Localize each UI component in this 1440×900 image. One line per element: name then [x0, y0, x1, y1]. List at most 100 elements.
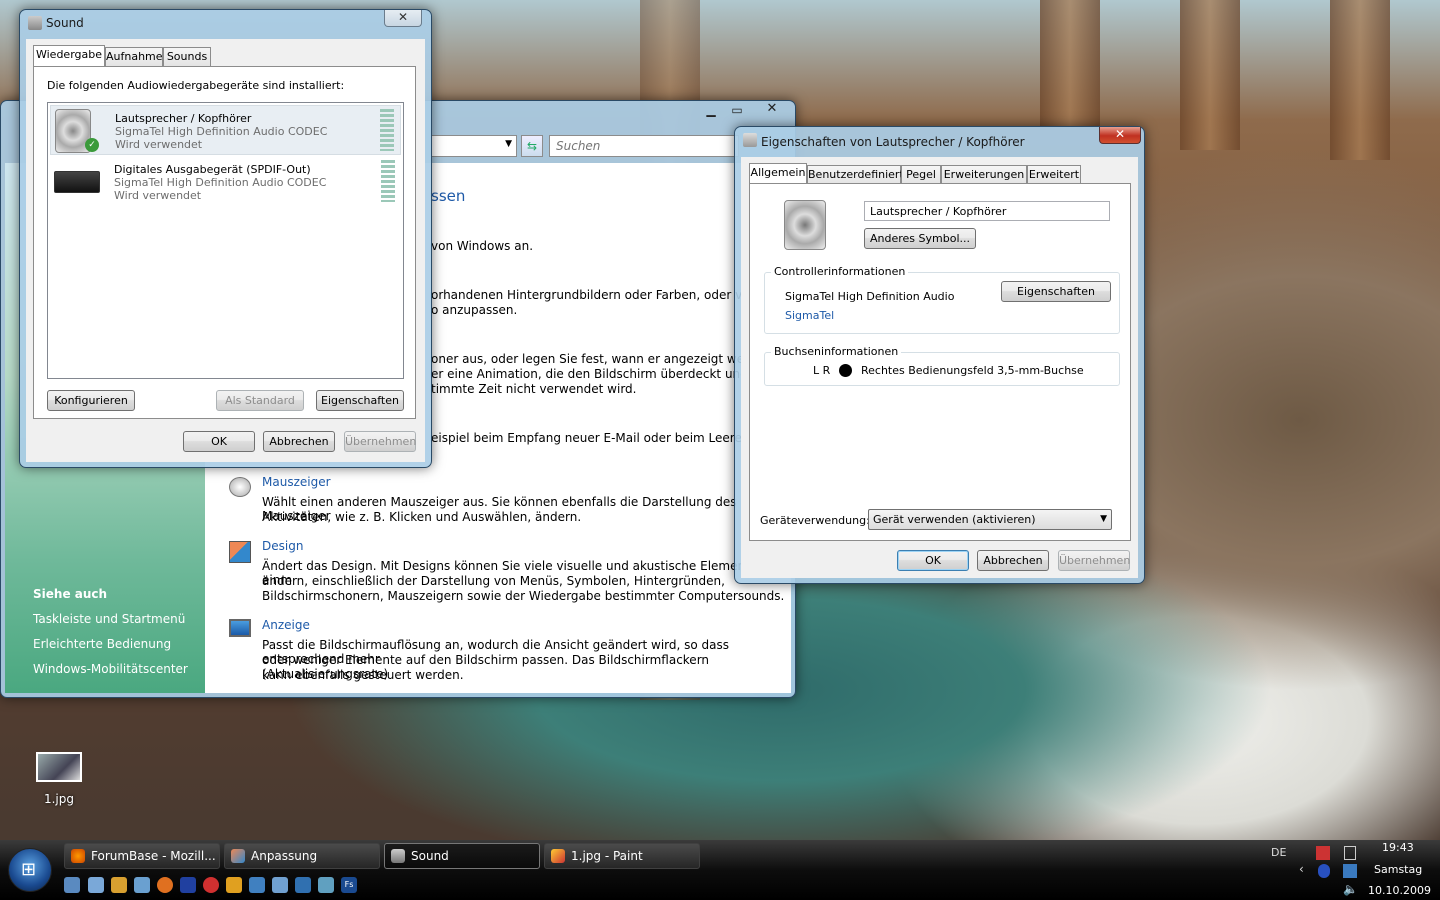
wallpaper-fence: [1330, 0, 1390, 160]
apply-button[interactable]: Übernehmen: [1058, 550, 1130, 571]
controller-properties-button[interactable]: Eigenschaften: [1001, 281, 1111, 302]
quick-launch-icon[interactable]: [318, 877, 334, 893]
quick-launch-icon[interactable]: [180, 877, 196, 893]
tab-sounds[interactable]: Sounds: [163, 47, 211, 67]
desktop-file-icon[interactable]: 1.jpg: [36, 752, 82, 812]
maximize-icon[interactable]: ▭: [725, 103, 749, 119]
quick-launch-icon[interactable]: [134, 877, 150, 893]
apply-button[interactable]: Übernehmen: [344, 431, 416, 452]
see-also-link-ease-of-access[interactable]: Erleichterte Bedienung: [33, 637, 171, 651]
close-button[interactable]: ✕: [384, 10, 422, 27]
firefox-icon: [71, 849, 85, 863]
chevron-down-icon[interactable]: ▼: [505, 139, 512, 149]
fileserver-icon[interactable]: Fs: [341, 877, 357, 893]
devices-intro: Die folgenden Audiowiedergabegeräte sind…: [47, 79, 345, 92]
design-link[interactable]: Design: [262, 539, 303, 553]
personalization-icon: [231, 849, 245, 863]
close-icon: ✕: [1114, 127, 1126, 141]
taskbar-button-firefox[interactable]: ForumBase - Mozill...: [64, 843, 220, 869]
quick-launch-icon[interactable]: [203, 877, 219, 893]
refresh-button[interactable]: ⇆: [521, 135, 543, 157]
playback-tab-panel: Die folgenden Audiowiedergabegeräte sind…: [33, 66, 416, 419]
configure-button[interactable]: Konfigurieren: [47, 390, 135, 411]
mouse-pointer-link[interactable]: Mauszeiger: [262, 475, 331, 489]
quick-launch-icon[interactable]: [226, 877, 242, 893]
quick-launch-icon[interactable]: [111, 877, 127, 893]
item-description: kann ebenfalls gesteuert werden.: [262, 668, 464, 682]
device-name: Lautsprecher / Kopfhörer: [115, 112, 252, 125]
tab-benutzerdefiniert[interactable]: Benutzerdefiniert: [807, 165, 904, 185]
list-item[interactable]: ✓ Lautsprecher / Kopfhörer SigmaTel High…: [50, 105, 401, 155]
quick-launch-icon[interactable]: [295, 877, 311, 893]
controller-vendor-link[interactable]: SigmaTel: [785, 309, 834, 322]
jack-color-icon: [839, 364, 852, 377]
see-also-link-mobility-center[interactable]: Windows-Mobilitätscenter: [33, 662, 188, 676]
taskbar-button-label: 1.jpg - Paint: [571, 849, 643, 863]
cancel-button[interactable]: Abbrechen: [263, 431, 335, 452]
content-line: er eine Animation, die den Bildschirm üb…: [431, 367, 777, 381]
bluetooth-icon[interactable]: [1318, 864, 1330, 878]
network-icon[interactable]: [1316, 846, 1330, 860]
search-input[interactable]: [549, 135, 739, 157]
see-also-link-taskbar[interactable]: Taskleiste und Startmenü: [33, 612, 185, 626]
battery-icon[interactable]: [1344, 846, 1356, 860]
minimize-icon[interactable]: ▁: [699, 103, 723, 119]
display-link[interactable]: Anzeige: [262, 618, 310, 632]
start-button[interactable]: ⊞: [8, 848, 52, 892]
clock-day[interactable]: Samstag: [1374, 863, 1422, 876]
dialog-title: Sound: [46, 16, 84, 30]
device-usage-select[interactable]: Gerät verwenden (aktivieren) ▼: [868, 509, 1112, 530]
desktop-file-label: 1.jpg: [43, 792, 75, 806]
close-button[interactable]: ✕: [1099, 127, 1141, 144]
controller-info-group: Controllerinformationen SigmaTel High De…: [764, 265, 1120, 334]
wallpaper-fence: [1040, 0, 1100, 130]
dialog-title: Eigenschaften von Lautsprecher / Kopfhör…: [761, 135, 1025, 149]
device-usage-label: Geräteverwendung:: [760, 514, 870, 527]
sync-icon[interactable]: [1343, 864, 1357, 878]
content-line: o anzupassen.: [431, 303, 518, 317]
quick-launch-icon[interactable]: [249, 877, 265, 893]
show-desktop-icon[interactable]: [64, 877, 80, 893]
taskbar-button-label: Anpassung: [251, 849, 318, 863]
tab-aufnahme[interactable]: Aufnahme: [105, 47, 163, 67]
clock-date[interactable]: 10.10.2009: [1368, 884, 1431, 897]
ok-button[interactable]: OK: [183, 431, 255, 452]
close-icon[interactable]: ✕: [757, 101, 787, 117]
list-item[interactable]: Digitales Ausgabegerät (SPDIF-Out) Sigma…: [50, 157, 401, 207]
clock-time[interactable]: 19:43: [1382, 841, 1414, 854]
switch-windows-icon[interactable]: [88, 877, 104, 893]
taskbar-button-paint[interactable]: 1.jpg - Paint: [544, 843, 700, 869]
page-title: ssen: [431, 187, 466, 205]
checkmark-icon: ✓: [85, 138, 99, 152]
device-name-field[interactable]: [864, 201, 1110, 221]
quick-launch-icon[interactable]: [272, 877, 288, 893]
taskbar-button-sound[interactable]: Sound: [384, 843, 540, 869]
image-thumbnail-icon: [36, 752, 82, 782]
volume-icon[interactable]: 🔈: [1343, 882, 1358, 896]
ok-button[interactable]: OK: [897, 550, 969, 571]
tab-wiedergabe[interactable]: Wiedergabe: [33, 45, 105, 68]
item-description: ändern, einschließlich der Darstellung v…: [262, 574, 725, 588]
content-line: timmte Zeit nicht verwendet wird.: [431, 382, 637, 396]
address-bar[interactable]: ▼: [431, 135, 517, 157]
tab-erweiterungen[interactable]: Erweiterungen: [941, 165, 1027, 185]
change-icon-button[interactable]: Anderes Symbol...: [864, 228, 976, 249]
windows-logo-icon: ⊞: [21, 859, 37, 880]
speaker-icon: [743, 133, 757, 147]
tab-pegel[interactable]: Pegel: [901, 165, 941, 185]
show-hidden-icons-icon[interactable]: ‹: [1299, 862, 1304, 876]
controller-name: SigmaTel High Definition Audio: [785, 290, 955, 303]
quick-launch-icon[interactable]: [157, 877, 173, 893]
device-list[interactable]: ✓ Lautsprecher / Kopfhörer SigmaTel High…: [47, 102, 404, 379]
device-status: Wird verwendet: [115, 138, 203, 151]
see-also-heading: Siehe auch: [33, 587, 108, 601]
set-default-button[interactable]: Als Standard: [216, 390, 304, 411]
cancel-button[interactable]: Abbrechen: [977, 550, 1049, 571]
language-indicator[interactable]: DE: [1271, 846, 1286, 859]
jack-info-label: Buchseninformationen: [771, 345, 902, 358]
properties-button[interactable]: Eigenschaften: [316, 390, 404, 411]
tab-erweitert[interactable]: Erweitert: [1027, 165, 1081, 185]
properties-dialog-body: Allgemein Benutzerdefiniert Pegel Erweit…: [741, 157, 1138, 578]
taskbar-button-personalization[interactable]: Anpassung: [224, 843, 380, 869]
volume-meter: [381, 160, 395, 202]
